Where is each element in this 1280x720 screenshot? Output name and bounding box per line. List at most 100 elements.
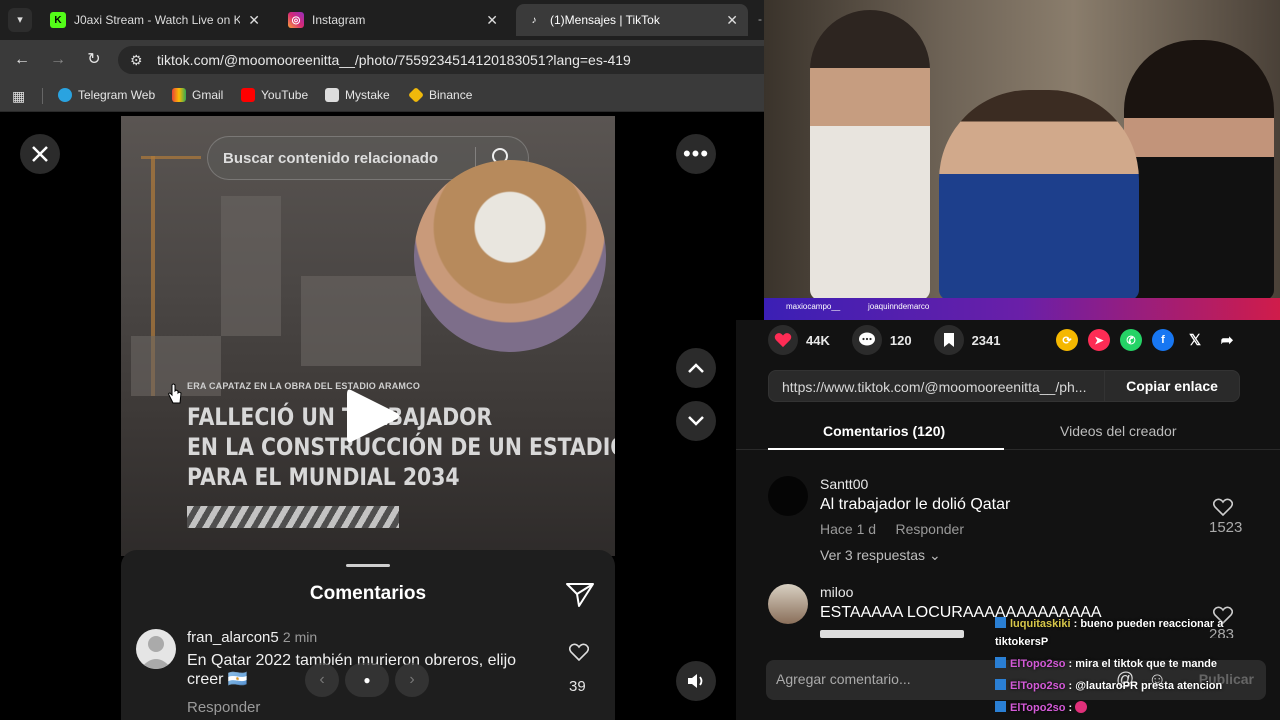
close-icon <box>32 146 48 162</box>
volume-button[interactable] <box>676 661 716 701</box>
worker-portrait-image <box>414 160 606 352</box>
repost-icon[interactable]: ⟳ <box>1056 329 1078 351</box>
prev-photo-button[interactable]: ‹ <box>305 663 339 697</box>
search-placeholder: Buscar contenido relacionado <box>223 150 439 167</box>
reload-icon[interactable]: ↻ <box>84 50 104 70</box>
comment-bubble-icon <box>851 325 882 355</box>
share-arrow-icon[interactable]: ➦ <box>1216 329 1238 351</box>
chat-message: ElTopo2so : @lautaroPR presta atencion <box>995 679 1222 692</box>
bookmark-mystake[interactable]: Mystake <box>325 88 390 102</box>
send-icon[interactable] <box>565 580 595 608</box>
tiktok-icon: ♪ <box>531 14 537 26</box>
heart-icon <box>768 325 798 355</box>
chat-message: ElTopo2so : <box>995 701 1088 714</box>
bookmark-binance[interactable]: Binance <box>408 87 473 103</box>
avatar[interactable] <box>768 476 808 516</box>
facebook-icon[interactable]: f <box>1152 329 1174 351</box>
tab-kick[interactable]: K J0axi Stream - Watch Live on Ki ✕ <box>40 4 270 36</box>
next-post-button[interactable] <box>676 401 716 441</box>
volume-icon <box>688 674 703 688</box>
view-replies-button[interactable]: Ver 3 respuestas ⌄ <box>820 547 941 564</box>
comment-username[interactable]: Santt00 <box>820 476 868 492</box>
comment-placeholder: Agregar comentario... <box>776 671 911 687</box>
tab-tiktok[interactable]: ♪ (1)Mensajes | TikTok ✕ <box>516 4 748 36</box>
save-button[interactable]: 2341 <box>933 325 1001 355</box>
comment-like-count: 39 <box>569 678 586 695</box>
chat-message: tiktokersP <box>995 636 1048 648</box>
gmail-icon <box>172 88 186 102</box>
address-bar[interactable]: ⚙ tiktok.com/@moomooreenitta__/photo/755… <box>118 46 768 74</box>
play-icon[interactable] <box>343 386 403 446</box>
like-button[interactable]: 44K <box>768 325 830 355</box>
forward-icon[interactable]: → <box>48 50 68 70</box>
tab-search-button[interactable]: ▾ <box>8 8 32 32</box>
chat-username: ElTopo2so <box>1010 658 1066 670</box>
share-link-text[interactable]: https://www.tiktok.com/@moomooreenitta__… <box>782 379 1086 395</box>
chat-message: luquitaskiki : bueno pueden reaccionar a <box>995 617 1223 630</box>
browser-tab-strip: ▾ K J0axi Stream - Watch Live on Ki ✕ ◎ … <box>0 0 764 40</box>
tab-creator-videos[interactable]: Videos del creador <box>1060 423 1176 439</box>
previous-post-button[interactable] <box>676 348 716 388</box>
heart-outline-icon[interactable] <box>1213 498 1233 516</box>
more-options-button[interactable]: ••• <box>676 134 716 174</box>
side-panel-tabs: Comentarios (120) Videos del creador <box>736 416 1280 450</box>
bookmark-label: Binance <box>429 88 473 102</box>
hand-cursor-icon <box>168 383 182 404</box>
x-icon[interactable]: 𝕏 <box>1184 329 1206 351</box>
webcam-name-bar: maxiocampo__ joaquinndemarco <box>764 298 1280 320</box>
streamer-name: joaquinndemarco <box>868 302 930 311</box>
apps-grid-icon[interactable]: ▦ <box>12 88 25 105</box>
chat-message: ElTopo2so : mira el tiktok que te mande <box>995 657 1217 670</box>
avatar[interactable] <box>136 629 176 669</box>
bookmark-telegram[interactable]: Telegram Web <box>58 88 155 102</box>
new-tab-fragment: - <box>758 12 762 26</box>
like-count: 44K <box>806 332 830 348</box>
chat-badge-icon <box>995 679 1006 690</box>
send-to-friend-icon[interactable]: ➤ <box>1088 329 1110 351</box>
next-photo-button[interactable]: › <box>395 663 429 697</box>
post-photo[interactable]: Buscar contenido relacionado ERA CAPATAZ… <box>121 116 615 556</box>
whatsapp-icon[interactable]: ✆ <box>1120 329 1142 351</box>
bookmark-gmail[interactable]: Gmail <box>172 88 223 102</box>
action-bar: 44K 120 2341 <box>768 325 1022 355</box>
divider <box>42 88 43 104</box>
close-button[interactable] <box>20 134 60 174</box>
back-icon[interactable]: ← <box>12 50 32 70</box>
comment-username[interactable]: fran_alarcon5 <box>187 629 279 646</box>
reply-button[interactable]: Responder <box>896 521 965 537</box>
share-link-field: https://www.tiktok.com/@moomooreenitta__… <box>768 370 1240 402</box>
bookmark-icon <box>933 325 964 355</box>
tab-instagram[interactable]: ◎ Instagram ✕ <box>278 4 508 36</box>
save-count: 2341 <box>971 332 1001 348</box>
comment-header: fran_alarcon5 2 min <box>187 629 317 646</box>
building-shape <box>221 196 281 336</box>
view-replies-label: Ver 3 respuestas <box>820 547 926 563</box>
telegram-icon <box>58 88 72 102</box>
comment-button[interactable]: 120 <box>851 325 912 355</box>
tiktok-photo-viewer: Buscar contenido relacionado ERA CAPATAZ… <box>0 113 764 720</box>
reply-button[interactable]: Responder <box>187 699 260 716</box>
bookmarks-bar: ▦ Telegram Web Gmail YouTube Mystake Bin… <box>0 80 764 112</box>
tab-comments[interactable]: Comentarios (120) <box>823 423 945 439</box>
bookmark-youtube[interactable]: YouTube <box>241 88 308 102</box>
site-settings-icon[interactable]: ⚙ <box>130 52 143 69</box>
chevron-down-icon: ⌄ <box>928 547 941 563</box>
chat-username: ElTopo2so <box>1010 680 1066 692</box>
comment-meta: Hace 1 d Responder <box>820 521 964 537</box>
comment-time: 2 min <box>282 629 318 645</box>
close-icon[interactable]: ✕ <box>486 12 498 29</box>
drag-handle[interactable] <box>346 564 390 567</box>
default-avatar-icon <box>140 636 172 669</box>
comment-image-thumbnail[interactable] <box>820 630 964 638</box>
comment-username[interactable]: miloo <box>820 584 853 600</box>
copy-link-button[interactable]: Copiar enlace <box>1104 371 1239 401</box>
chat-username: ElTopo2so <box>1010 702 1066 714</box>
chevron-down-icon <box>688 416 704 426</box>
close-icon[interactable]: ✕ <box>726 12 738 29</box>
tab-title: Instagram <box>312 13 366 27</box>
heart-outline-icon[interactable] <box>569 643 589 661</box>
close-icon[interactable]: ✕ <box>248 12 260 29</box>
avatar[interactable] <box>768 584 808 624</box>
chat-text: : @lautaroPR presta atencion <box>1068 680 1223 692</box>
tab-title: J0axi Stream - Watch Live on Ki <box>74 13 241 27</box>
